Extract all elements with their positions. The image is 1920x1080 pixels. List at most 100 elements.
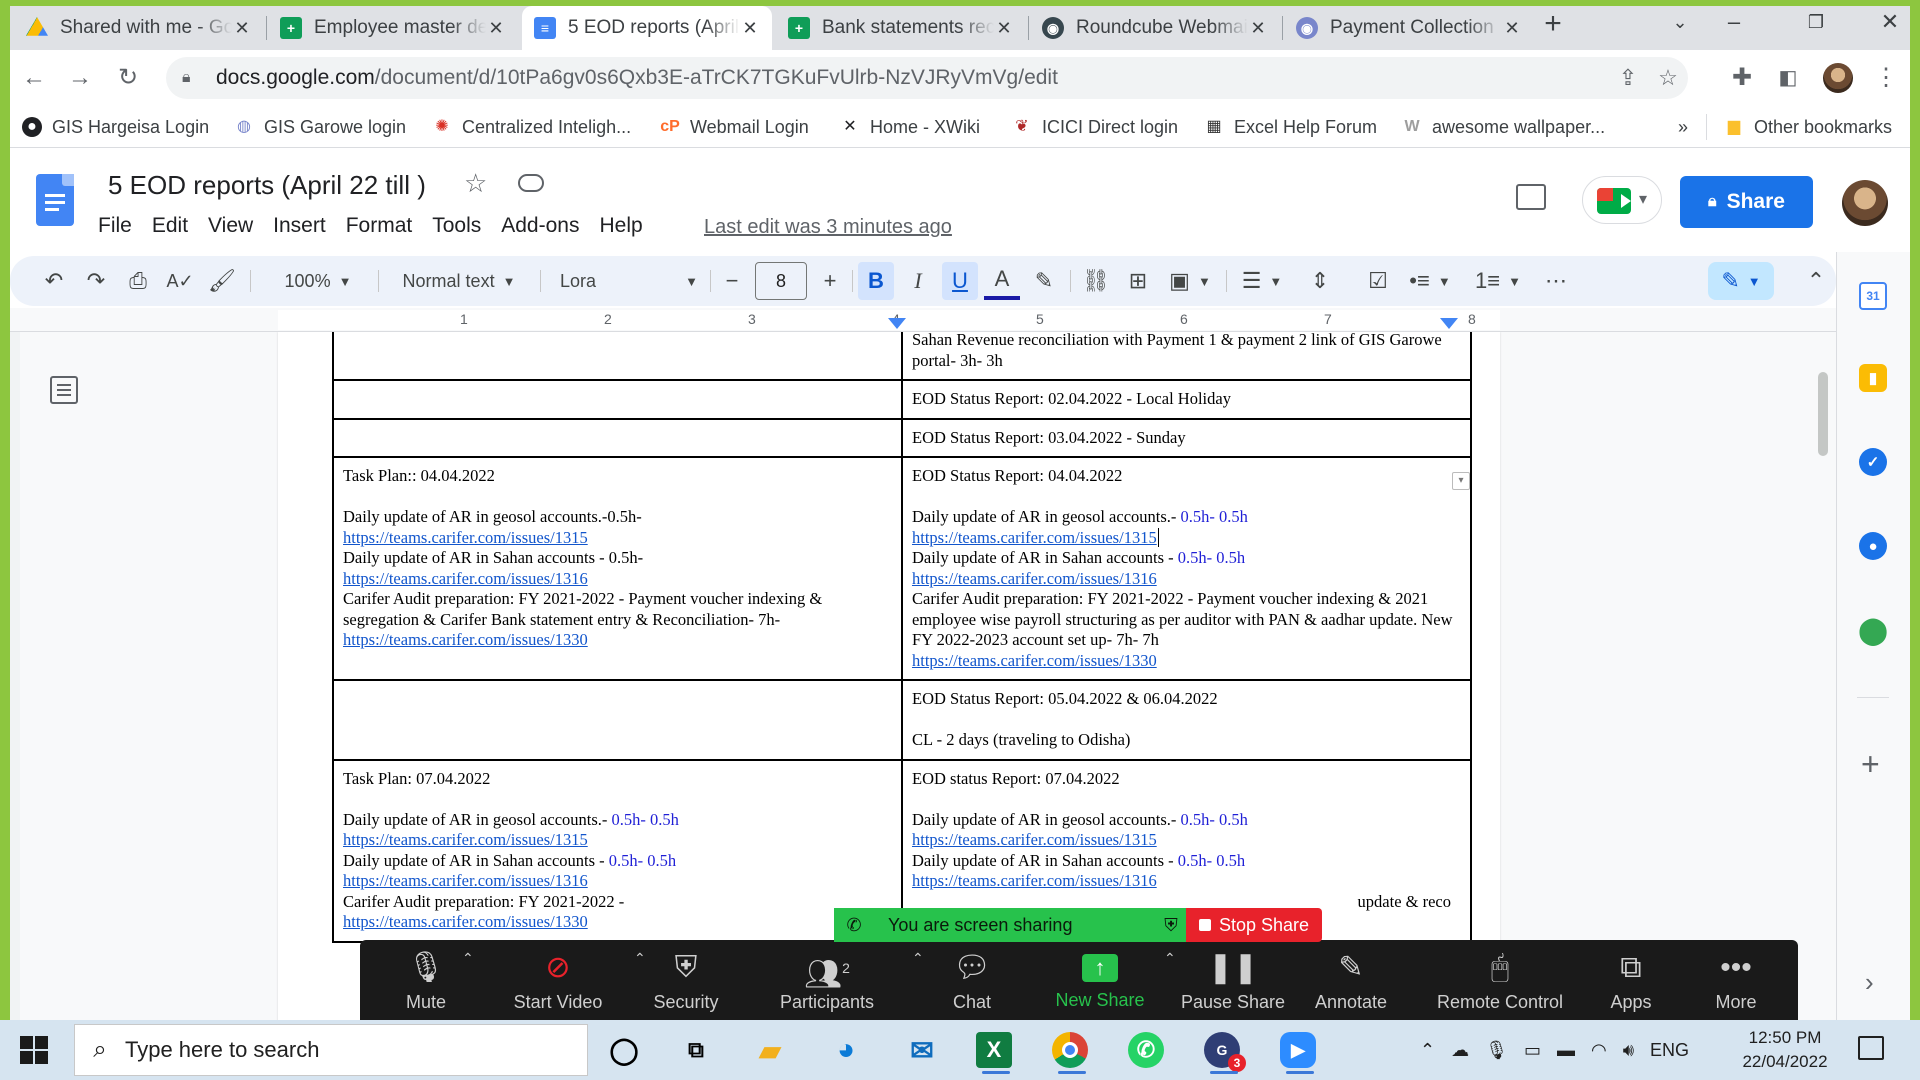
bookmark-wallpaper[interactable]: Wawesome wallpaper... — [1402, 114, 1605, 140]
bookmark-webmail[interactable]: cP Webmail Login — [660, 114, 809, 140]
mute-button[interactable]: 🎙︎ Mute ⌃ — [386, 950, 474, 1014]
paragraph-style-select[interactable]: Normal text ▼ — [384, 262, 534, 300]
text-color-button[interactable]: A — [984, 262, 1020, 300]
highlight-color-button[interactable]: ✎ — [1026, 262, 1062, 300]
close-window-button[interactable]: ✕ — [1864, 4, 1916, 40]
chrome-icon[interactable] — [1052, 1032, 1088, 1074]
close-icon[interactable]: ✕ — [1502, 18, 1522, 39]
drag-handle-icon[interactable]: ✆ — [834, 915, 874, 936]
bookmark-gis-hargeisa[interactable]: ● GIS Hargeisa Login — [22, 114, 209, 140]
keep-icon[interactable]: ▮ — [1859, 364, 1887, 392]
issue-link[interactable]: https://teams.carifer.com/issues/1330 — [912, 651, 1157, 670]
bookmark-gis-garowe[interactable]: ◍ GIS Garowe login — [234, 114, 406, 140]
table-cell-dropdown-icon[interactable]: ▾ — [1452, 472, 1470, 490]
google-docs-logo[interactable] — [36, 174, 74, 226]
table-cell[interactable] — [332, 679, 903, 761]
table-cell[interactable] — [332, 379, 903, 420]
browser-menu-icon[interactable]: ⋮ — [1868, 60, 1904, 96]
cloud-status-icon[interactable] — [518, 174, 544, 192]
battery-icon[interactable]: ▬ — [1557, 1040, 1575, 1061]
windows-start-icon[interactable] — [20, 1036, 48, 1064]
extensions-puzzle-icon[interactable]: ✚ — [1724, 60, 1760, 96]
close-icon[interactable]: ✕ — [232, 18, 252, 39]
issue-link[interactable]: https://teams.carifer.com/issues/1316 — [343, 569, 588, 588]
input-language[interactable]: ENG — [1650, 1040, 1689, 1061]
table-cell[interactable]: EOD Status Report: 05.04.2022 & 06.04.20… — [900, 679, 1473, 761]
last-edit-link[interactable]: Last edit was 3 minutes ago — [704, 216, 952, 239]
caret-up-icon[interactable]: ⌃ — [912, 950, 924, 967]
task-view-icon[interactable]: ⧉ — [676, 1030, 716, 1070]
italic-button[interactable]: I — [900, 262, 936, 300]
tasks-icon[interactable]: ✓ — [1859, 448, 1887, 476]
issue-link[interactable]: https://teams.carifer.com/issues/1316 — [343, 871, 588, 890]
document-title[interactable]: 5 EOD reports (April 22 till ) — [108, 170, 426, 201]
close-icon[interactable]: ✕ — [486, 18, 506, 39]
wifi-icon[interactable]: ◠ — [1591, 1040, 1607, 1061]
increase-font-size-button[interactable]: + — [814, 262, 846, 300]
issue-link[interactable]: https://teams.carifer.com/issues/1316 — [912, 871, 1157, 890]
menu-insert[interactable]: Insert — [273, 214, 326, 242]
forward-button[interactable]: → — [62, 60, 98, 96]
sharing-status-bar[interactable]: ✆ You are screen sharing ⛨ — [834, 908, 1186, 942]
side-panel-icon[interactable]: ◧ — [1770, 60, 1806, 96]
redo-button[interactable]: ↷ — [80, 262, 112, 300]
table-cell[interactable]: EOD Status Report: 02.04.2022 - Local Ho… — [900, 379, 1473, 420]
show-hidden-icons-chevron[interactable]: ⌃ — [1420, 1040, 1435, 1061]
bookmark-icici[interactable]: ❦ ICICI Direct login — [1012, 114, 1178, 140]
underline-button[interactable]: U — [942, 262, 978, 300]
issue-link[interactable]: https://teams.carifer.com/issues/1315 — [343, 830, 588, 849]
add-comment-icon[interactable]: ⊞ — [1120, 262, 1156, 300]
bookmark-centralized[interactable]: ✺ Centralized Inteligh... — [432, 114, 631, 140]
stop-share-button[interactable]: Stop Share — [1186, 908, 1322, 942]
checklist-icon[interactable]: ☑ — [1360, 262, 1396, 300]
decrease-font-size-button[interactable]: − — [716, 262, 748, 300]
line-spacing-icon[interactable]: ⇕ — [1302, 262, 1338, 300]
insert-link-icon[interactable]: ⛓ — [1078, 262, 1114, 300]
table-cell[interactable]: EOD Status Report: 03.04.2022 - Sunday — [900, 417, 1473, 458]
zoom-select[interactable]: 100% ▼ — [266, 262, 370, 300]
menu-edit[interactable]: Edit — [152, 214, 188, 242]
font-size-input[interactable]: 8 — [755, 262, 807, 300]
issue-link[interactable]: https://teams.carifer.com/issues/1330 — [343, 912, 588, 931]
volume-icon[interactable]: 🔊︎ — [1623, 1040, 1634, 1061]
comments-icon[interactable] — [1516, 184, 1546, 210]
menu-help[interactable]: Help — [599, 214, 642, 242]
calendar-icon[interactable]: 31 — [1859, 282, 1887, 310]
close-icon[interactable]: ✕ — [994, 18, 1014, 39]
new-share-button[interactable]: ↑ New Share ⌃ — [1050, 950, 1175, 1014]
bold-button[interactable]: B — [858, 262, 894, 300]
issue-link[interactable]: https://teams.carifer.com/issues/1315 — [343, 528, 588, 547]
taskbar-clock[interactable]: 12:50 PM 22/04/2022 — [1730, 1026, 1840, 1074]
more-button[interactable]: ••• More — [1696, 950, 1776, 1014]
hide-menus-chevron-icon[interactable]: ⌃ — [1800, 262, 1832, 300]
restore-button[interactable]: ❐ — [1790, 4, 1842, 40]
mail-icon[interactable]: ✉ — [902, 1030, 942, 1070]
align-left-icon[interactable]: ☰ ▼ — [1234, 262, 1290, 300]
caret-up-icon[interactable]: ⌃ — [462, 950, 474, 967]
menu-file[interactable]: File — [98, 214, 132, 242]
print-button[interactable]: ⎙ — [122, 262, 154, 300]
new-tab-button[interactable]: + — [1536, 8, 1570, 42]
start-video-button[interactable]: ⊘ Start Video ⌃ — [498, 950, 646, 1014]
font-select[interactable]: Lora ▼ — [546, 262, 706, 300]
profile-avatar[interactable] — [1820, 60, 1856, 96]
editing-mode-button[interactable]: ✎ ▼ — [1708, 262, 1774, 300]
indent-marker[interactable] — [888, 318, 906, 329]
right-indent-marker[interactable] — [1440, 318, 1458, 329]
table-cell[interactable]: Task Plan:: 04.04.2022 Daily update of A… — [332, 456, 903, 681]
remote-control-button[interactable]: 🖱︎ Remote Control — [1430, 950, 1570, 1014]
issue-link[interactable]: https://teams.carifer.com/issues/1315 — [912, 830, 1157, 849]
file-explorer-icon[interactable]: ▰ — [750, 1030, 790, 1070]
meet-button[interactable]: ▾ — [1582, 176, 1662, 224]
bookmark-xwiki[interactable]: ✕ Home - XWiki — [840, 114, 980, 140]
browser-tab-drive[interactable]: Shared with me - Google Drive ✕ — [14, 6, 264, 50]
excel-icon[interactable]: X — [976, 1032, 1012, 1074]
document-outline-icon[interactable] — [50, 376, 78, 404]
insert-image-icon[interactable]: ▣ ▼ — [1162, 262, 1218, 300]
lock-icon[interactable]: 🔒︎ — [182, 69, 202, 87]
bookmarks-overflow-button[interactable]: » — [1678, 114, 1688, 140]
chat-button[interactable]: 💬︎ Chat — [932, 950, 1012, 1014]
table-cell[interactable] — [332, 332, 903, 381]
edge-icon[interactable]: ◕ — [826, 1030, 866, 1070]
bulleted-list-icon[interactable]: •≡ ▼ — [1402, 262, 1458, 300]
